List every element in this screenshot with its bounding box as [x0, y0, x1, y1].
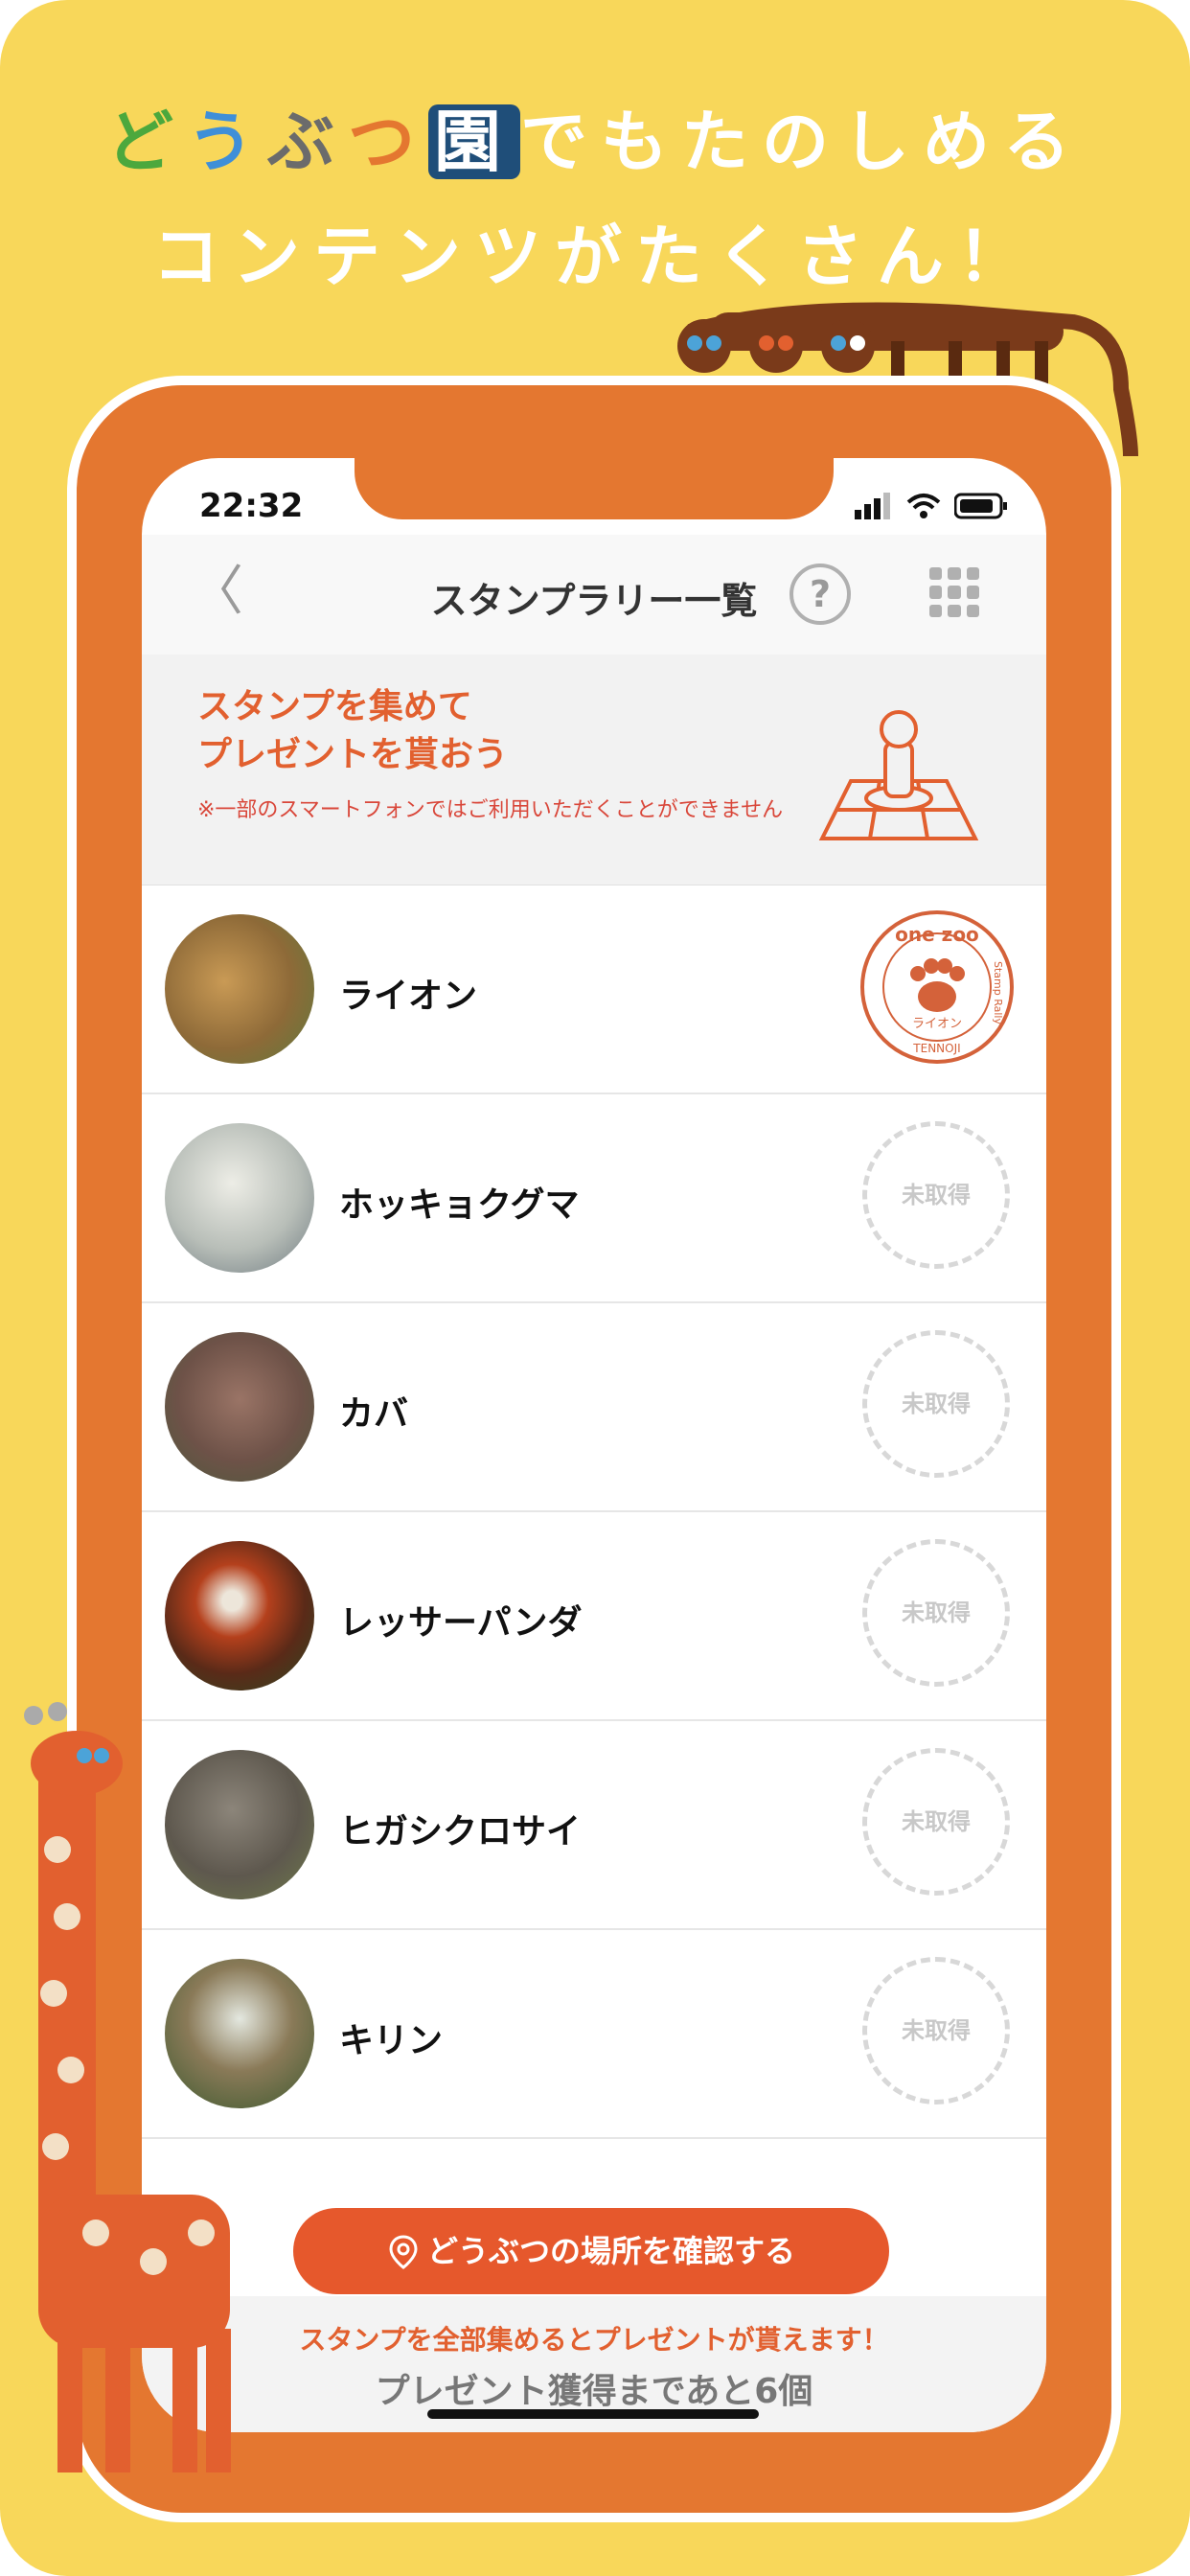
stamp-banner: スタンプを集めて プレゼントを貰おう ※一部のスマートフォンではご利用いただくこ…	[142, 655, 1046, 886]
animal-name: ヒガシクロサイ	[339, 1812, 582, 1852]
home-indicator	[427, 2409, 759, 2419]
stamp-placeholder: 未取得	[862, 1330, 1010, 1478]
list-item[interactable]: レッサーパンダ 未取得	[142, 1512, 1046, 1721]
list-item[interactable]: ホッキョクグマ 未取得	[142, 1094, 1046, 1303]
animal-name: キリン	[339, 2021, 444, 2060]
headline-char-badge: 園	[428, 104, 520, 179]
headline-line-2: コンテンツがたくさん！	[152, 218, 1038, 296]
help-icon[interactable]: ?	[790, 564, 851, 625]
list-item[interactable]: キリン 未取得	[142, 1930, 1046, 2139]
list-item[interactable]: ヒガシクロサイ 未取得	[142, 1721, 1046, 1930]
grid-menu-icon[interactable]	[929, 567, 979, 617]
hippo-photo	[165, 1332, 314, 1482]
stamp-placeholder: 未取得	[862, 1539, 1010, 1687]
app-screen: 22:32 〈 スタンプラリー一覧 ? スタンプを集めて プレゼントを貰おう ※…	[142, 458, 1046, 2432]
headline-char: ど	[106, 103, 187, 181]
animal-name: ホッキョクグマ	[339, 1185, 580, 1225]
banner-title-line-1: スタンプを集めて	[197, 687, 472, 726]
stamp-icon	[818, 710, 979, 840]
headline-char: う	[187, 103, 267, 181]
signal-icon	[855, 493, 890, 519]
animal-name: レッサーパンダ	[339, 1603, 583, 1643]
stamp-placeholder: 未取得	[862, 1957, 1010, 2104]
headline-char: つ	[348, 103, 428, 181]
status-time: 22:32	[199, 487, 304, 525]
red-panda-photo	[165, 1541, 314, 1690]
animal-location-button[interactable]: どうぶつの場所を確認する	[293, 2208, 889, 2294]
headline-text: でもたのしめる	[520, 103, 1084, 181]
headline-line-1: どうぶつ園でもたのしめる	[0, 88, 1190, 185]
phone-notch	[355, 458, 834, 519]
lion-photo	[165, 914, 314, 1064]
list-item[interactable]: カバ 未取得	[142, 1303, 1046, 1512]
stamp-placeholder: 未取得	[862, 1748, 1010, 1896]
stamp-city: TENNOJI	[912, 1042, 960, 1055]
footer-message: スタンプを全部集めるとプレゼントが貰えます！	[299, 2324, 889, 2356]
remaining-count: プレゼント獲得まであと6個	[375, 2372, 813, 2411]
animal-location-label: どうぶつの場所を確認する	[426, 2233, 795, 2269]
status-icons	[855, 493, 1008, 519]
animal-name: ライオン	[339, 977, 478, 1016]
animal-name: カバ	[339, 1394, 409, 1434]
battery-icon	[954, 493, 1007, 519]
stamp-label: ライオン	[912, 1017, 962, 1031]
page-title: スタンプラリー一覧	[430, 580, 758, 622]
headline-char: ぶ	[267, 103, 348, 181]
banner-title: スタンプを集めて プレゼントを貰おう	[197, 683, 508, 779]
stamp-placeholder: 未取得	[862, 1121, 1010, 1269]
acquired-stamp-icon: one zoo TENNOJI Stamp Rally ライオン	[860, 910, 1014, 1064]
list-item[interactable]: ライオン one zoo TENNOJI Stamp Rally ライオン	[142, 886, 1046, 1094]
polar-bear-photo	[165, 1123, 314, 1273]
map-pin-icon	[389, 2235, 418, 2269]
banner-note: ※一部のスマートフォンではご利用いただくことができません	[197, 798, 784, 822]
banner-title-line-2: プレゼントを貰おう	[197, 735, 509, 774]
stamp-brand: one zoo	[895, 923, 979, 946]
navigation-bar: 〈 スタンプラリー一覧 ?	[142, 535, 1046, 656]
stamp-rally-text: Stamp Rally	[992, 961, 1004, 1024]
wifi-icon	[906, 494, 941, 518]
giraffe-illustration	[24, 1702, 231, 2472]
